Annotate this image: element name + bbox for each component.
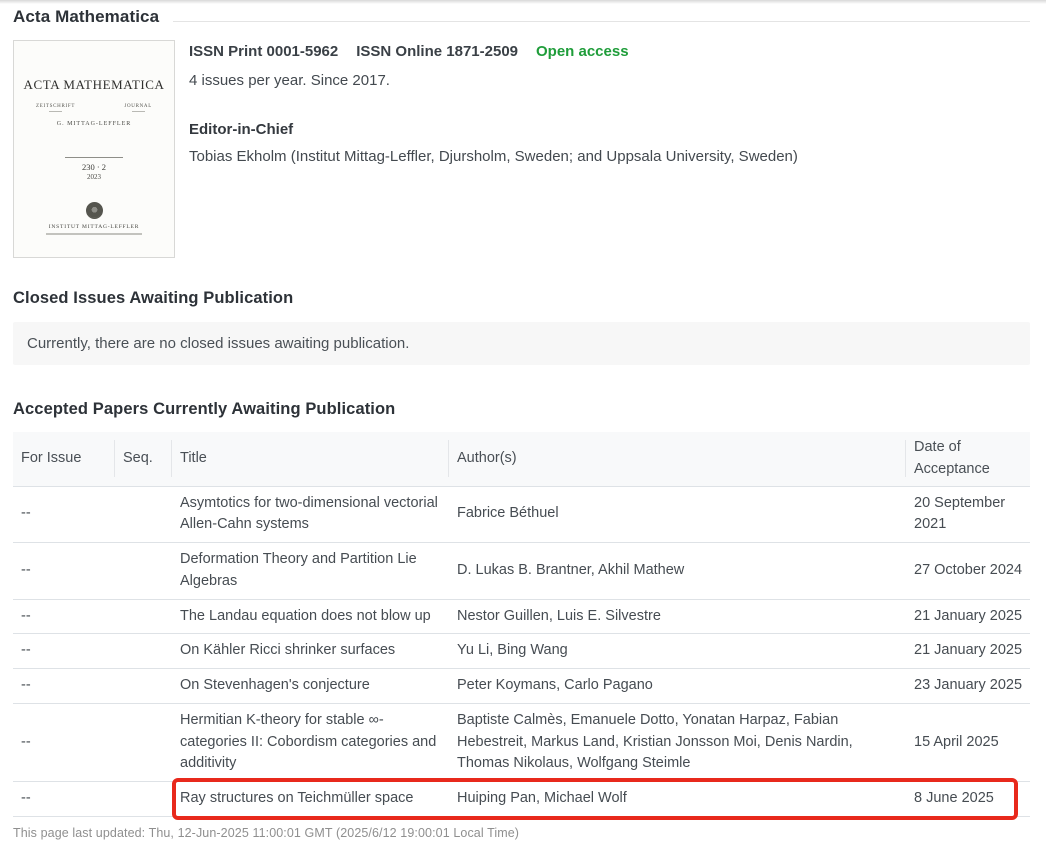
cell-date: 21 January 2025 [906,634,1030,669]
column-header-seq: Seq. [115,432,172,486]
cover-title: ACTA MATHEMATICA [14,77,174,93]
table-header-row: For IssueSeq.TitleAuthor(s)Date of Accep… [13,432,1030,486]
cover-divider [65,157,123,158]
journal-status-page: Acta Mathematica ACTA MATHEMATICA ZEITSC… [0,0,1046,840]
cell-title: The Landau equation does not blow up [172,599,449,634]
table-row: -- Asymtotics for two-dimensional vectori… [13,486,1030,543]
closed-issues-heading: Closed Issues Awaiting Publication [13,289,1030,308]
cell-seq [115,486,172,543]
cell-title: Asymtotics for two-dimensional vectorial… [172,486,449,543]
cell-for-issue: -- [13,782,115,817]
cell-for-issue: -- [13,486,115,543]
cell-date: 20 September 2021 [906,486,1030,543]
issn-online: ISSN Online 1871-2509 [356,41,518,63]
table-row: -- Deformation Theory and Partition Lie A… [13,543,1030,600]
cover-label-left: ZEITSCHRIFT [36,104,75,112]
cell-date: 21 January 2025 [906,599,1030,634]
cell-seq [115,543,172,600]
issn-print: ISSN Print 0001-5962 [189,41,338,63]
page-header: Acta Mathematica [13,7,1030,27]
cell-seq [115,669,172,704]
last-updated-text: This page last updated: Thu, 12-Jun-2025… [13,826,1030,840]
journal-info-section: ACTA MATHEMATICA ZEITSCHRIFT JOURNAL G. … [13,40,1030,258]
cell-for-issue: -- [13,669,115,704]
cell-title: Hermitian K-theory for stable ∞-categori… [172,703,449,781]
journal-meta: ISSN Print 0001-5962 ISSN Online 1871-25… [189,40,798,258]
accepted-papers-heading: Accepted Papers Currently Awaiting Publi… [13,400,1030,419]
cell-seq [115,782,172,817]
cell-title: Ray structures on Teichmüller space [172,782,449,817]
cell-for-issue: -- [13,634,115,669]
column-header-title: Title [172,432,449,486]
column-header-date-of-acceptance: Date of Acceptance [906,432,1030,486]
cell-authors: Nestor Guillen, Luis E. Silvestre [449,599,906,634]
table-row: -- Hermitian K-theory for stable ∞-catego… [13,703,1030,781]
cell-authors: Huiping Pan, Michael Wolf [449,782,906,817]
journal-cover-image: ACTA MATHEMATICA ZEITSCHRIFT JOURNAL G. … [13,40,175,258]
table-row: -- The Landau equation does not blow upNe… [13,599,1030,634]
cell-title: Deformation Theory and Partition Lie Alg… [172,543,449,600]
cover-label-right: JOURNAL [124,104,152,112]
cell-authors: Fabrice Béthuel [449,486,906,543]
cell-title: On Kähler Ricci shrinker surfaces [172,634,449,669]
table-row: -- On Stevenhagen's conjecturePeter Koyma… [13,669,1030,704]
cell-date: 8 June 2025 [906,782,1030,817]
cover-labels: ZEITSCHRIFT JOURNAL [14,104,174,112]
issn-line: ISSN Print 0001-5962 ISSN Online 1871-25… [189,41,798,63]
cell-seq [115,634,172,669]
open-access-badge: Open access [536,41,629,63]
institute-seal-icon [86,202,103,219]
cover-year: 2023 [14,173,174,181]
editor-in-chief-label: Editor-in-Chief [189,119,798,141]
cell-for-issue: -- [13,599,115,634]
editor-in-chief-name: Tobias Ekholm (Institut Mittag-Leffler, … [189,146,798,168]
cell-for-issue: -- [13,543,115,600]
table-row: -- On Kähler Ricci shrinker surfacesYu Li… [13,634,1030,669]
cover-editor: G. MITTAG-LEFFLER [14,121,174,127]
cell-authors: Yu Li, Bing Wang [449,634,906,669]
cell-authors: Baptiste Calmès, Emanuele Dotto, Yonatan… [449,703,906,781]
cell-authors: D. Lukas B. Brantner, Akhil Mathew [449,543,906,600]
title-divider [173,21,1030,22]
cover-institute: INSTITUT MITTAG-LEFFLER [14,224,174,230]
cell-seq [115,703,172,781]
table-body: -- Asymtotics for two-dimensional vectori… [13,486,1030,816]
cell-date: 27 October 2024 [906,543,1030,600]
cover-institute-subline [46,233,142,235]
accepted-papers-table: For IssueSeq.TitleAuthor(s)Date of Accep… [13,432,1030,817]
cell-date: 15 April 2025 [906,703,1030,781]
cell-for-issue: -- [13,703,115,781]
cell-seq [115,599,172,634]
cell-authors: Peter Koymans, Carlo Pagano [449,669,906,704]
cell-date: 23 January 2025 [906,669,1030,704]
cell-title: On Stevenhagen's conjecture [172,669,449,704]
frequency-text: 4 issues per year. Since 2017. [189,70,798,92]
table-header: For IssueSeq.TitleAuthor(s)Date of Accep… [13,432,1030,486]
table-row: -- Ray structures on Teichmüller spaceHui… [13,782,1030,817]
closed-issues-notice: Currently, there are no closed issues aw… [13,322,1030,365]
page-title: Acta Mathematica [13,7,159,27]
column-header-author-s: Author(s) [449,432,906,486]
column-header-for-issue: For Issue [13,432,115,486]
cover-volume: 230 · 2 [14,162,174,172]
